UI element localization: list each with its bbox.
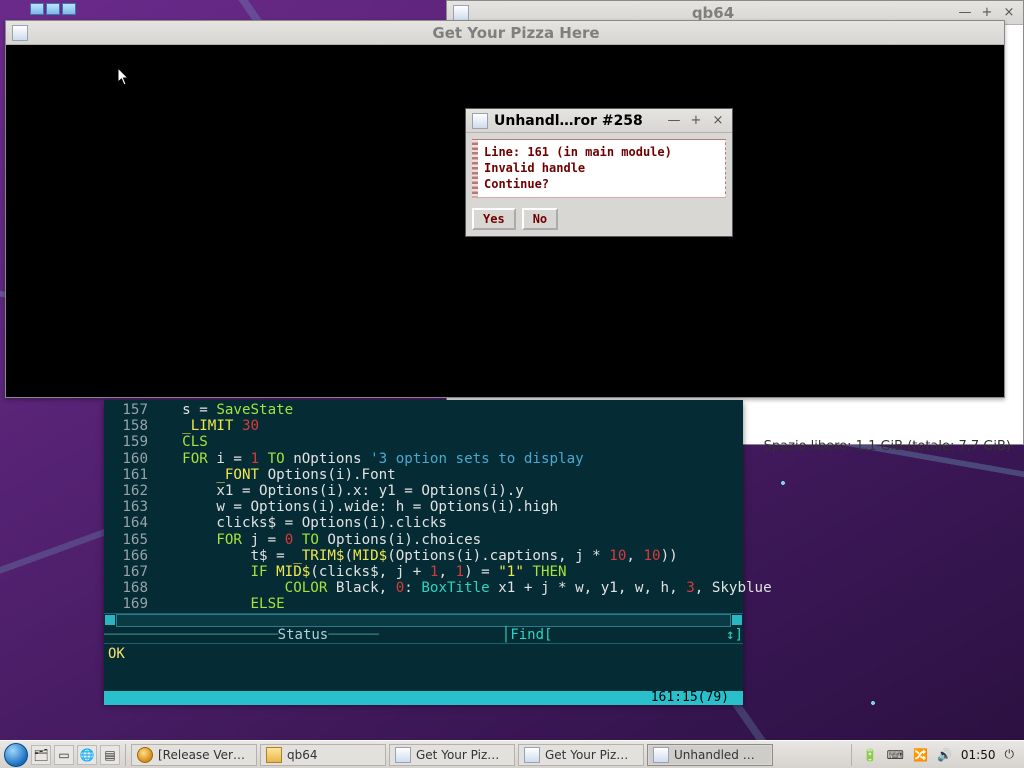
taskbar-item[interactable]: Get Your Piz… [518, 744, 644, 766]
maximize-icon[interactable]: + [979, 5, 995, 21]
app-icon [472, 113, 488, 129]
win-icon [653, 747, 669, 763]
power-icon[interactable]: ⏻ [1005, 747, 1015, 762]
taskbar-item[interactable]: Get Your Piz… [389, 744, 515, 766]
no-button[interactable]: No [522, 208, 558, 230]
editor-launcher-icon[interactable]: ▤ [100, 745, 120, 765]
browser-launcher-icon[interactable]: 🌐 [77, 745, 97, 765]
close-icon[interactable]: × [1001, 5, 1017, 21]
taskbar-item[interactable]: qb64 [260, 744, 386, 766]
editor-window[interactable]: 157 s = SaveState 158 _LIMIT 30 159 CLS … [104, 400, 743, 702]
taskbar-item[interactable]: Unhandled … [647, 744, 773, 766]
clock[interactable]: 01:50 [961, 748, 996, 762]
disk-free-label: Spazio libero: 1,1 GiB (totale: 7,7 GiB) [764, 439, 1011, 454]
app-icon [12, 25, 28, 41]
win-icon [524, 747, 540, 763]
win-icon [395, 747, 411, 763]
taskbar-item-label: Unhandled … [674, 748, 755, 762]
folder-icon [266, 747, 282, 763]
taskbar-item[interactable]: [Release Ver… [131, 744, 257, 766]
dialog-title: Unhandl…ror #258 [494, 113, 660, 129]
battery-icon: 🔋 [863, 748, 878, 762]
code-area[interactable]: 157 s = SaveState 158 _LIMIT 30 159 CLS … [104, 400, 743, 613]
keyboard-icon: ⌨ [887, 748, 904, 762]
maximize-icon[interactable]: + [688, 113, 704, 129]
volume-icon: 🔊 [937, 748, 952, 762]
window-title: Get Your Pizza Here [34, 24, 998, 42]
folder-icon [453, 5, 469, 21]
close-icon[interactable]: × [710, 113, 726, 129]
filemanager-launcher-icon[interactable]: 🗂 [31, 745, 51, 765]
taskbar-item-label: qb64 [287, 748, 318, 762]
system-tray[interactable]: 🔋 ⌨ 🔀 🔊 01:50 ⏻ [857, 747, 1020, 762]
network-icon: 🔀 [913, 748, 928, 762]
taskbar-item-label: [Release Ver… [158, 748, 245, 762]
editor-message-bar: OK [104, 643, 743, 691]
horizontal-scrollbar[interactable] [104, 613, 743, 627]
start-button[interactable] [4, 743, 28, 767]
minimize-icon[interactable]: — [666, 113, 682, 129]
editor-status-bar: ──────────────────────────────────── Sta… [104, 627, 743, 643]
error-dialog[interactable]: Unhandl…ror #258 — + × Line: 161 (in mai… [465, 108, 733, 237]
terminal-launcher-icon[interactable]: ▭ [54, 745, 74, 765]
globe-icon [137, 747, 153, 763]
yes-button[interactable]: Yes [472, 208, 516, 230]
desktop-icons [30, 3, 76, 15]
window-title: qb64 [475, 4, 951, 22]
taskbar[interactable]: 🗂 ▭ 🌐 ▤ [Release Ver… qb64 Get Your Piz… Ge… [0, 740, 1024, 768]
taskbar-item-label: Get Your Piz… [416, 748, 499, 762]
error-message: Line: 161 (in main module) Invalid handl… [472, 139, 726, 198]
editor-position-bar: 161:15(79) [104, 691, 743, 705]
taskbar-item-label: Get Your Piz… [545, 748, 628, 762]
minimize-icon[interactable]: — [957, 5, 973, 21]
